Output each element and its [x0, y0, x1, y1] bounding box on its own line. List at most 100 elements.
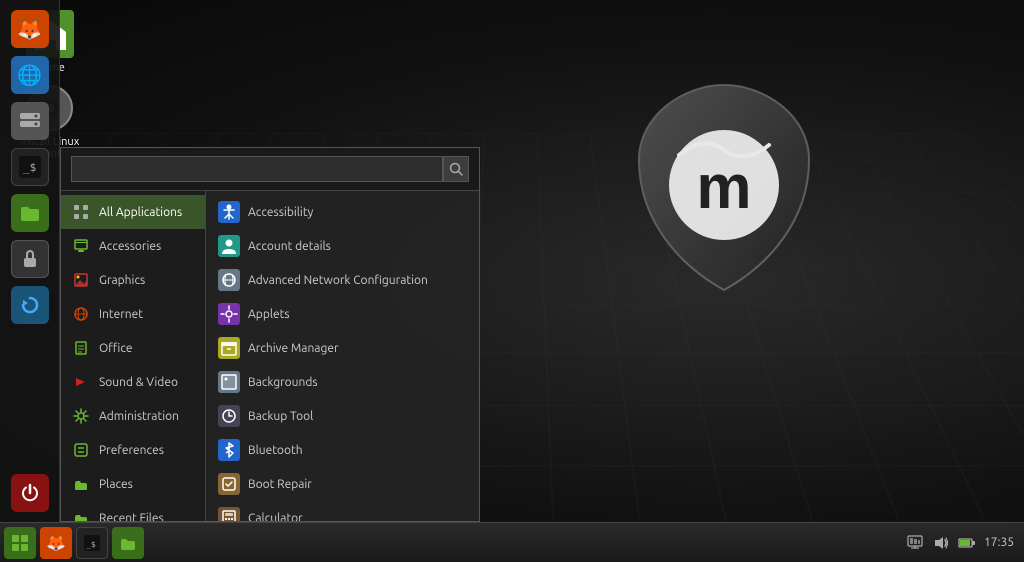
- volume-tray-icon[interactable]: [932, 534, 950, 552]
- category-all-label: All Applications: [99, 206, 182, 219]
- category-places[interactable]: Places: [61, 467, 205, 501]
- taskbar-terminal-icon: _$: [84, 535, 100, 551]
- taskbar-left: 🦊 _$: [0, 527, 144, 559]
- panel-icon-power[interactable]: [11, 474, 49, 512]
- app-applets[interactable]: Applets: [206, 297, 479, 331]
- category-sound-video-label: Sound & Video: [99, 376, 178, 389]
- app-bluetooth[interactable]: Bluetooth: [206, 433, 479, 467]
- reload-icon: [19, 294, 41, 316]
- bluetooth-icon: [218, 439, 240, 461]
- category-office-label: Office: [99, 342, 133, 355]
- panel-icon-storage[interactable]: [11, 102, 49, 140]
- office-icon: [71, 338, 91, 358]
- category-accessories[interactable]: Accessories: [61, 229, 205, 263]
- search-icon: [449, 162, 463, 176]
- backup-icon: [218, 405, 240, 427]
- account-icon: [218, 235, 240, 257]
- battery-tray-icon[interactable]: [958, 534, 976, 552]
- app-backup[interactable]: Backup Tool: [206, 399, 479, 433]
- category-administration[interactable]: Administration: [61, 399, 205, 433]
- taskbar-right: 17:35: [906, 534, 1024, 552]
- lock-icon: [20, 249, 40, 269]
- storage-icon: [19, 110, 41, 132]
- apps-panel: Accessibility Account details: [206, 191, 479, 521]
- category-administration-label: Administration: [99, 410, 179, 423]
- category-recent[interactable]: Recent Files: [61, 501, 205, 521]
- boot-repair-icon: [218, 473, 240, 495]
- administration-icon: [71, 406, 91, 426]
- category-internet-label: Internet: [99, 308, 143, 321]
- taskbar-files-icon: [119, 534, 137, 552]
- taskbar: 🦊 _$: [0, 522, 1024, 562]
- taskbar-show-desktop[interactable]: [4, 527, 36, 559]
- svg-text:m: m: [696, 153, 751, 222]
- category-preferences-label: Preferences: [99, 444, 164, 457]
- graphics-icon: [71, 270, 91, 290]
- app-archive[interactable]: Archive Manager: [206, 331, 479, 365]
- search-bar: [61, 148, 479, 191]
- calculator-icon: [218, 507, 240, 521]
- accessibility-icon: [218, 201, 240, 223]
- backgrounds-icon: [218, 371, 240, 393]
- advanced-network-icon: [218, 269, 240, 291]
- taskbar-terminal[interactable]: _$: [76, 527, 108, 559]
- category-sound-video[interactable]: Sound & Video: [61, 365, 205, 399]
- taskbar-firefox-icon: 🦊: [46, 533, 66, 552]
- panel-icon-lock[interactable]: [11, 240, 49, 278]
- internet-icon: [71, 304, 91, 324]
- app-calculator[interactable]: Calculator: [206, 501, 479, 521]
- category-internet[interactable]: Internet: [61, 297, 205, 331]
- all-apps-icon: [71, 202, 91, 222]
- menu-content: All Applications Accessories: [61, 191, 479, 521]
- panel-icon-files[interactable]: [11, 194, 49, 232]
- mint-logo: m: [624, 80, 824, 300]
- places-icon: [71, 474, 91, 494]
- app-menu: All Applications Accessories: [60, 147, 480, 522]
- calculator-label: Calculator: [248, 512, 303, 522]
- category-graphics[interactable]: Graphics: [61, 263, 205, 297]
- accessibility-label: Accessibility: [248, 206, 313, 219]
- backgrounds-label: Backgrounds: [248, 376, 318, 389]
- category-preferences[interactable]: Preferences: [61, 433, 205, 467]
- bluetooth-label: Bluetooth: [248, 444, 303, 457]
- category-places-label: Places: [99, 478, 133, 491]
- desktop: m Home Install Linux Mint: [0, 0, 1024, 562]
- preferences-icon: [71, 440, 91, 460]
- category-all[interactable]: All Applications: [61, 195, 205, 229]
- app-accessibility[interactable]: Accessibility: [206, 195, 479, 229]
- taskbar-firefox[interactable]: 🦊: [40, 527, 72, 559]
- panel-icon-reload[interactable]: [11, 286, 49, 324]
- accessories-icon: [71, 236, 91, 256]
- app-backgrounds[interactable]: Backgrounds: [206, 365, 479, 399]
- applets-label: Applets: [248, 308, 290, 321]
- category-graphics-label: Graphics: [99, 274, 145, 287]
- advanced-network-label: Advanced Network Configuration: [248, 274, 428, 287]
- category-recent-label: Recent Files: [99, 512, 164, 522]
- left-panel: 🦊 🌐 _$: [0, 0, 60, 522]
- category-office[interactable]: Office: [61, 331, 205, 365]
- clock-display[interactable]: 17:35: [984, 536, 1014, 549]
- panel-icon-firefox[interactable]: 🦊: [11, 10, 49, 48]
- applets-icon: [218, 303, 240, 325]
- categories-panel: All Applications Accessories: [61, 191, 206, 521]
- category-accessories-label: Accessories: [99, 240, 161, 253]
- app-account[interactable]: Account details: [206, 229, 479, 263]
- show-desktop-icon: [11, 534, 29, 552]
- taskbar-files[interactable]: [112, 527, 144, 559]
- sound-video-icon: [71, 372, 91, 392]
- search-input[interactable]: [71, 156, 443, 182]
- panel-icon-network[interactable]: 🌐: [11, 56, 49, 94]
- folder-icon: [19, 202, 41, 224]
- account-label: Account details: [248, 240, 331, 253]
- app-advanced-network[interactable]: Advanced Network Configuration: [206, 263, 479, 297]
- network-tray-icon[interactable]: [906, 534, 924, 552]
- app-boot-repair[interactable]: Boot Repair: [206, 467, 479, 501]
- terminal-icon: _$: [19, 156, 41, 178]
- power-icon: [19, 482, 41, 504]
- svg-text:_$: _$: [86, 540, 96, 549]
- panel-icon-terminal[interactable]: _$: [11, 148, 49, 186]
- search-button[interactable]: [443, 156, 469, 182]
- boot-repair-label: Boot Repair: [248, 478, 312, 491]
- svg-text:_$: _$: [23, 161, 36, 174]
- recent-files-icon: [71, 508, 91, 521]
